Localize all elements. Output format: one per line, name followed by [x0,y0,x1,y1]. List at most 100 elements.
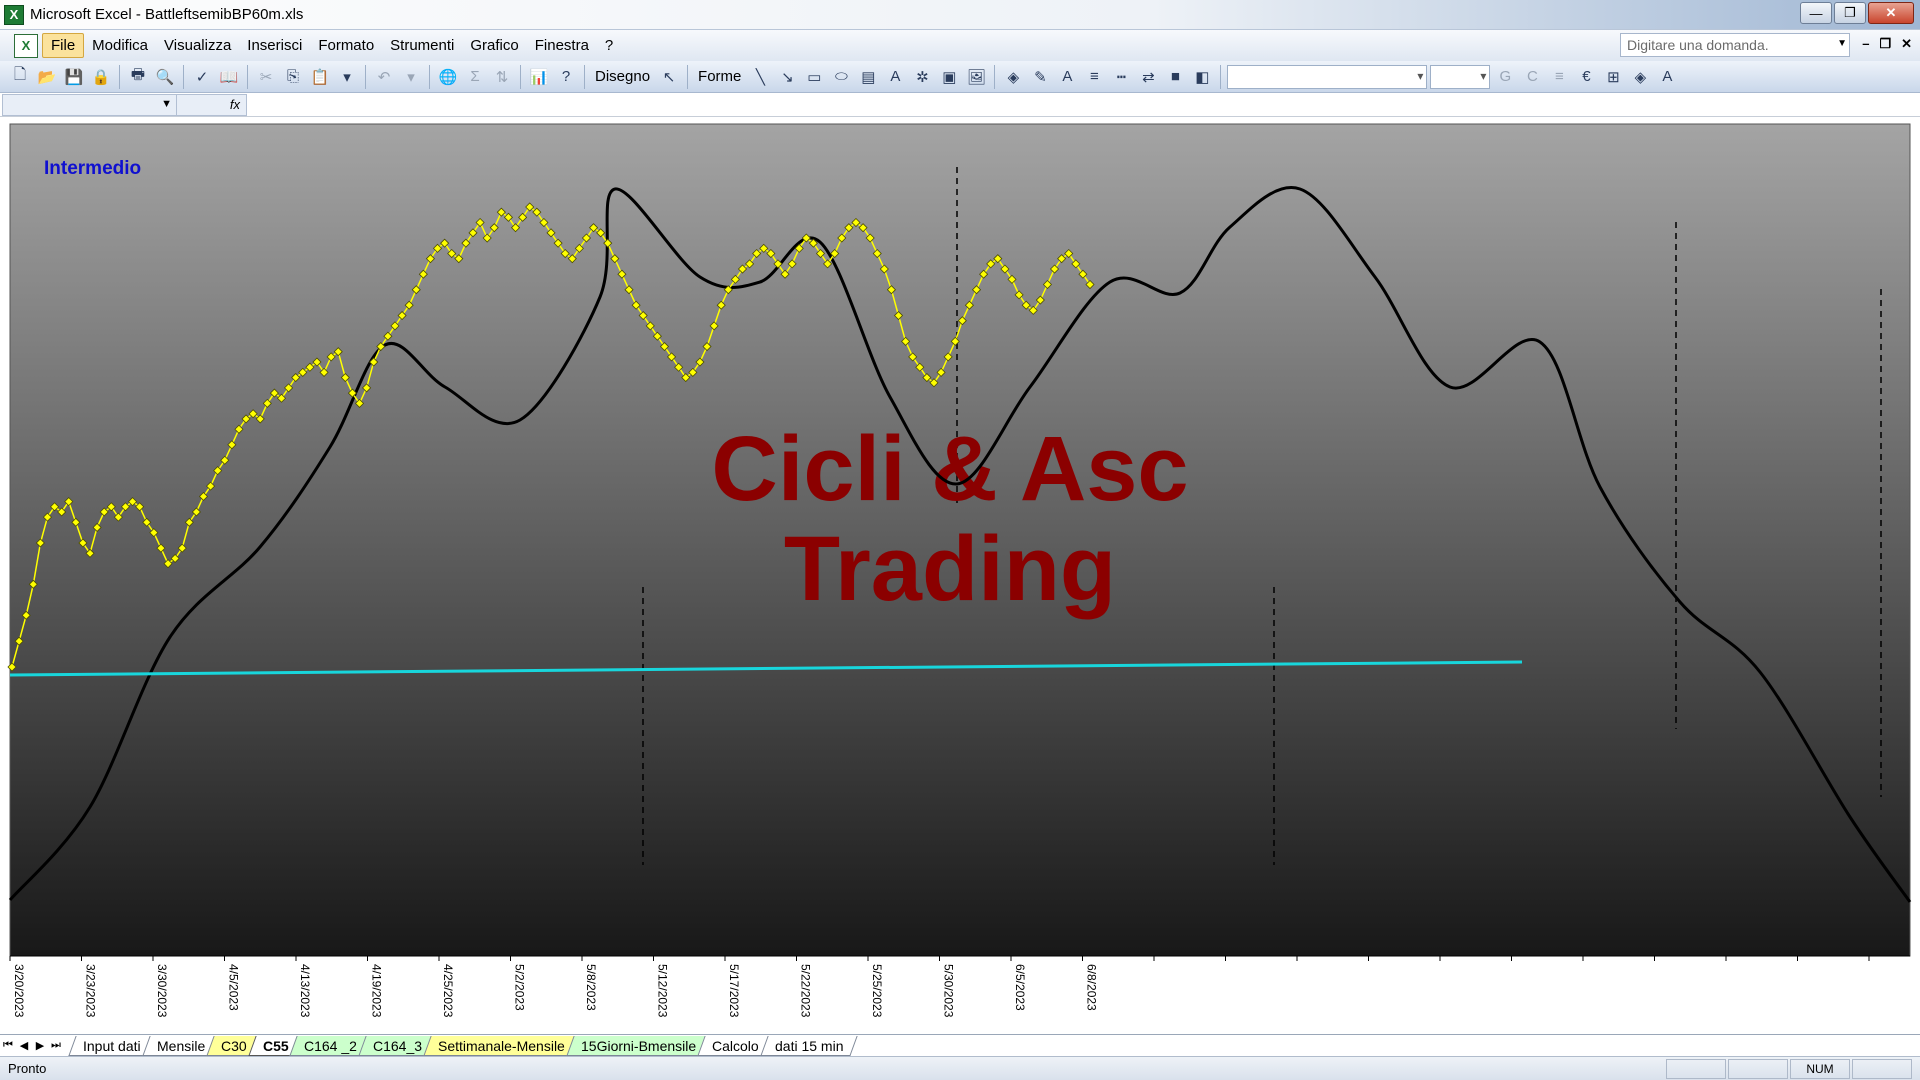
clipart-icon[interactable]: ▣ [937,65,961,89]
cycle-chart[interactable]: Cicli & AscTrading Intermedio 3/20/2023 3… [0,117,1920,1034]
window-controls: — ❐ ✕ [1800,2,1914,24]
chart-wizard-icon[interactable]: 📊 [527,65,551,89]
chevron-down-icon[interactable]: ▼ [161,98,172,110]
ask-question-input[interactable]: Digitare una domanda. ▼ [1620,33,1850,57]
redo-icon[interactable]: ▾ [399,65,423,89]
fill-color-icon[interactable]: ◈ [1001,65,1025,89]
sheet-tab[interactable]: dati 15 min [760,1035,859,1056]
paste-dropdown-icon[interactable]: ▾ [335,65,359,89]
menu-modifica[interactable]: Modifica [84,34,156,57]
line-color-icon[interactable]: ✎ [1028,65,1052,89]
print-preview-icon[interactable]: 🔍 [153,65,177,89]
x-tick-label: 4/19/2023 [370,964,384,1018]
arrow-icon[interactable]: ↘ [775,65,799,89]
undo-icon[interactable]: ↶ [372,65,396,89]
toolbar-separator [520,64,521,89]
font-color-icon[interactable]: A [1055,65,1079,89]
help-icon[interactable]: ? [554,65,578,89]
new-icon[interactable]: 🗋 [8,65,32,89]
paste-icon[interactable]: 📋 [308,65,332,89]
name-box[interactable]: ▼ [2,93,177,116]
currency-button[interactable]: € [1574,65,1598,89]
workbook-restore-icon[interactable]: ❐ [1879,36,1891,52]
toolbar-separator [584,64,585,89]
select-objects-icon[interactable]: ↖ [657,65,681,89]
watermark-text: Cicli & Asc [711,418,1188,520]
dash-style-icon[interactable]: ┅ [1109,65,1133,89]
italic-button[interactable]: C [1520,65,1544,89]
prev-sheet-icon[interactable]: ◀ [16,1039,32,1052]
sheet-tab-label: Settimanale-Mensile [438,1037,566,1053]
picture-icon[interactable]: 🖼 [964,65,988,89]
disegno-menu[interactable]: Disegno [591,68,654,85]
close-button[interactable]: ✕ [1868,2,1914,24]
menu-bar: X File Modifica Visualizza Inserisci For… [0,30,1920,61]
open-icon[interactable]: 📂 [35,65,59,89]
menu-grafico[interactable]: Grafico [462,34,526,57]
toolbar-separator [119,64,120,89]
line-icon[interactable]: ╲ [748,65,772,89]
status-cell [1666,1059,1726,1079]
permission-icon[interactable]: 🔒 [89,65,113,89]
fill-color2-icon[interactable]: ◈ [1628,65,1652,89]
font-name-combo[interactable] [1227,64,1428,89]
maximize-button[interactable]: ❐ [1834,2,1866,24]
wordart-icon[interactable]: A [883,65,907,89]
copy-icon[interactable]: ⎘ [281,65,305,89]
save-icon[interactable]: 💾 [62,65,86,89]
watermark-text: Trading [784,518,1116,620]
menu-strumenti[interactable]: Strumenti [382,34,462,57]
oval-icon[interactable]: ⬭ [829,65,853,89]
next-sheet-icon[interactable]: ▶ [32,1039,48,1052]
textbox-icon[interactable]: ▤ [856,65,880,89]
excel-app-icon[interactable]: X [4,4,24,25]
line-style-icon[interactable]: ≡ [1082,65,1106,89]
menu-visualizza[interactable]: Visualizza [156,34,239,57]
status-cell [1852,1059,1912,1079]
shadow-icon[interactable]: ■ [1163,65,1187,89]
menu-finestra[interactable]: Finestra [527,34,597,57]
bold-button[interactable]: G [1493,65,1517,89]
menu-help[interactable]: ? [597,34,621,57]
x-tick-label: 5/2/2023 [513,964,527,1011]
sheet-tab-label: Mensile [156,1037,206,1053]
workbook-close-icon[interactable]: ✕ [1901,36,1912,52]
workbook-minimize-icon[interactable]: – [1862,36,1869,52]
chevron-down-icon[interactable]: ▼ [1837,38,1847,49]
diagram-icon[interactable]: ✲ [910,65,934,89]
workbook-icon[interactable]: X [14,33,38,58]
chart-sheet[interactable]: Cicli & Asc Trading Intermedio 3/20/2023 3… [0,117,1920,1034]
3d-icon[interactable]: ◧ [1190,65,1214,89]
toolbar-separator [994,64,996,89]
rectangle-icon[interactable]: ▭ [802,65,826,89]
first-sheet-icon[interactable]: ⏮ [0,1039,16,1052]
borders-icon[interactable]: ⊞ [1601,65,1625,89]
forme-menu[interactable]: Forme [694,68,745,85]
sheet-tab[interactable]: 15Giorni-Bmensile [566,1035,711,1056]
menu-inserisci[interactable]: Inserisci [239,34,310,57]
align-center-icon[interactable]: ≡ [1547,65,1571,89]
x-tick-label: 4/13/2023 [298,964,312,1018]
arrow-style-icon[interactable]: ⇄ [1136,65,1160,89]
font-size-combo[interactable] [1430,64,1491,89]
cut-icon[interactable]: ✂ [254,65,278,89]
print-icon[interactable]: 🖶 [126,65,150,89]
x-tick-label: 4/25/2023 [441,964,455,1018]
x-tick-label: 3/30/2023 [155,964,169,1018]
font-color2-icon[interactable]: A [1655,65,1679,89]
sheet-tab[interactable]: Input dati [68,1035,156,1056]
menu-formato[interactable]: Formato [310,34,382,57]
autosum-icon[interactable]: Σ [463,65,487,89]
research-icon[interactable]: 📖 [217,65,241,89]
menu-file[interactable]: File [42,33,85,58]
sort-icon[interactable]: ⇅ [490,65,514,89]
spelling-icon[interactable]: ✓ [190,65,214,89]
x-tick-label: 5/30/2023 [942,964,956,1018]
insert-function-button[interactable]: fx [177,93,247,116]
sheet-tab[interactable]: Settimanale-Mensile [423,1035,580,1056]
x-tick-label: 4/5/2023 [227,964,241,1011]
hyperlink-icon[interactable]: 🌐 [436,65,460,89]
minimize-button[interactable]: — [1800,2,1832,24]
last-sheet-icon[interactable]: ⏭ [48,1039,64,1052]
toolbar-separator [429,64,430,89]
